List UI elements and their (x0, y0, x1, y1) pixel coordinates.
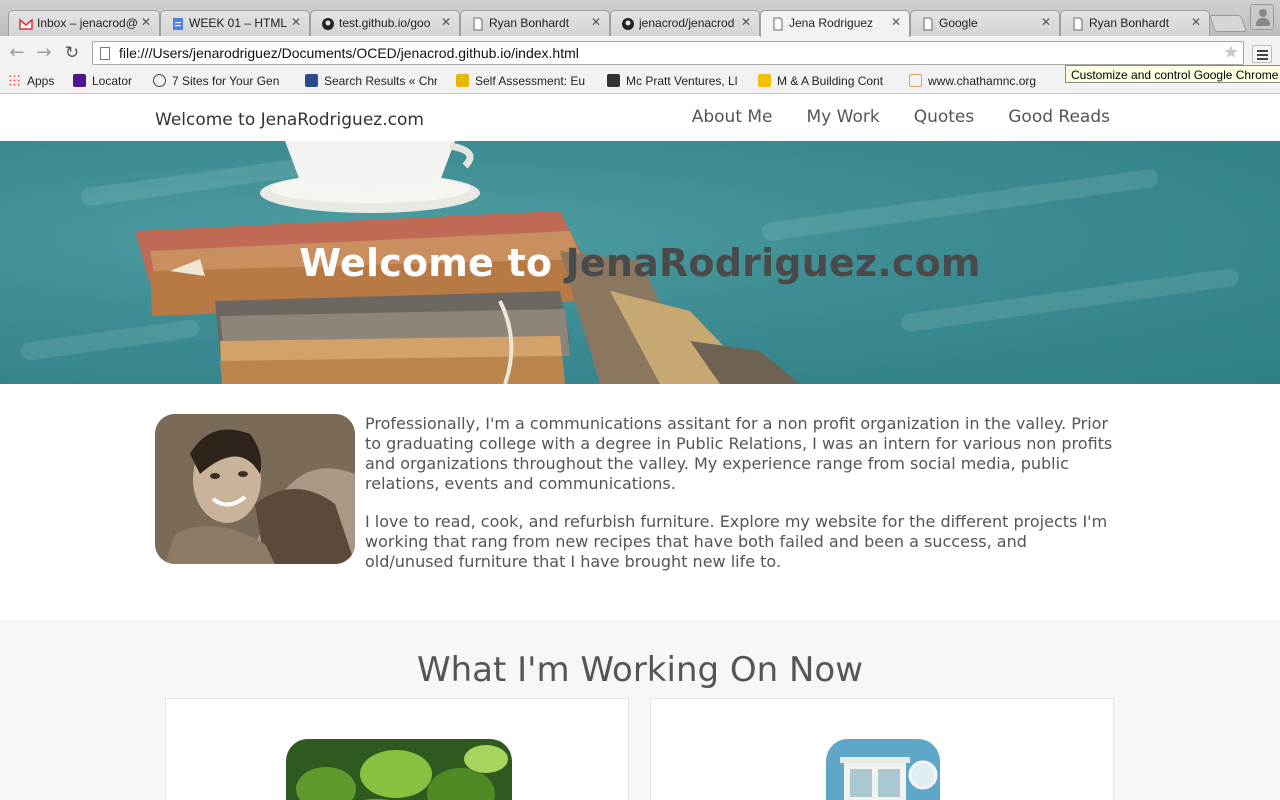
tab-ryan-bonhardt[interactable]: Ryan Bonhardt ✕ (460, 10, 610, 36)
site-nav-links: About Me My Work Quotes Good Reads (692, 107, 1110, 127)
page-icon (473, 17, 483, 31)
hero-title: Welcome to JenaRodriguez.com (0, 241, 1280, 285)
chrome-menu-icon[interactable] (1252, 45, 1272, 63)
close-tab-icon[interactable]: ✕ (1191, 15, 1201, 29)
back-arrow-icon[interactable]: ← (7, 43, 27, 63)
tab-test-github[interactable]: test.github.io/goo ✕ (310, 10, 460, 36)
docs-icon (173, 18, 183, 30)
nav-good-reads[interactable]: Good Reads (1008, 107, 1110, 127)
herbs-image (286, 739, 512, 800)
bookmark-star-icon[interactable]: ★ (1223, 42, 1239, 63)
bookmark-ma-building[interactable]: M & A Building Cont (758, 74, 883, 88)
about-paragraph-1: Professionally, I'm a communications ass… (365, 414, 1113, 493)
portrait-image (155, 414, 355, 564)
bookmark-apps[interactable]: Apps (8, 74, 54, 88)
page-icon (923, 17, 933, 31)
apps-grid-icon (8, 74, 21, 87)
site-icon (607, 74, 620, 87)
bookmark-mc-pratt[interactable]: Mc Pratt Ventures, Ll (607, 74, 737, 88)
about-text: Professionally, I'm a communications ass… (365, 414, 1115, 590)
tab-title: Ryan Bonhardt (489, 16, 570, 30)
tab-ryan-bonhardt-2[interactable]: Ryan Bonhardt ✕ (1060, 10, 1210, 36)
bookmark-search-results[interactable]: Search Results « Chr (305, 74, 437, 88)
project-card-recipes[interactable] (165, 698, 629, 800)
working-on-section: What I'm Working On Now (0, 620, 1280, 800)
profile-icon[interactable] (1250, 4, 1274, 30)
tab-google[interactable]: Google ✕ (910, 10, 1060, 36)
close-tab-icon[interactable]: ✕ (1041, 15, 1051, 29)
hero-title-highlight: JenaRodriguez.com (565, 241, 981, 285)
close-tab-icon[interactable]: ✕ (891, 15, 901, 29)
tab-jena-rodriguez[interactable]: Jena Rodriguez ✕ (760, 10, 910, 37)
site-icon (305, 74, 318, 87)
forward-arrow-icon[interactable]: → (34, 43, 54, 63)
close-tab-icon[interactable]: ✕ (441, 15, 451, 29)
nav-about-me[interactable]: About Me (692, 107, 773, 127)
tab-title: Jena Rodriguez (789, 16, 874, 30)
close-tab-icon[interactable]: ✕ (291, 15, 301, 29)
page-icon (100, 47, 110, 60)
tab-jenacrod-repo[interactable]: jenacrod/jenacrod ✕ (610, 10, 760, 36)
bookmark-7-sites[interactable]: 7 Sites for Your Gen (153, 74, 279, 88)
nav-quotes[interactable]: Quotes (914, 107, 975, 127)
bookmark-chathamnc[interactable]: www.chathamnc.org (909, 74, 1036, 88)
page-icon (773, 17, 783, 31)
section-heading: What I'm Working On Now (416, 650, 864, 690)
hero-title-prefix: Welcome to (299, 241, 566, 285)
profile-photo (155, 414, 355, 564)
cabinet-image (826, 739, 940, 800)
tab-gmail-inbox[interactable]: Inbox – jenacrod@ ✕ (8, 10, 160, 36)
close-tab-icon[interactable]: ✕ (141, 15, 151, 29)
project-card-furniture[interactable] (650, 698, 1114, 800)
tab-title: test.github.io/goo (339, 16, 431, 30)
about-paragraph-2: I love to read, cook, and refurbish furn… (365, 512, 1108, 571)
gmail-icon (19, 18, 33, 30)
tab-title: Google (939, 16, 978, 30)
bookmark-locator[interactable]: Locator (73, 74, 132, 88)
web-page: Welcome to JenaRodriguez.com About Me My… (0, 95, 1280, 800)
fedex-icon (73, 74, 86, 87)
close-tab-icon[interactable]: ✕ (741, 15, 751, 29)
github-icon (622, 18, 634, 30)
tab-title: Ryan Bonhardt (1089, 16, 1170, 30)
nav-my-work[interactable]: My Work (807, 107, 880, 127)
tab-title: Inbox – jenacrod@ (37, 16, 137, 30)
tab-strip: Inbox – jenacrod@ ✕ WEEK 01 – HTML5 ✕ te… (0, 0, 1280, 37)
site-icon (909, 74, 922, 87)
page-icon (1073, 17, 1083, 31)
menu-tooltip: Customize and control Google Chrome (1065, 65, 1280, 83)
github-icon (322, 18, 334, 30)
hero-banner: Welcome to JenaRodriguez.com (0, 141, 1280, 384)
site-icon (758, 74, 771, 87)
bookmark-self-assessment[interactable]: Self Assessment: Eu (456, 74, 585, 88)
tab-title: WEEK 01 – HTML5 (189, 16, 287, 30)
tab-title: jenacrod/jenacrod (639, 16, 735, 30)
url-text[interactable]: file:///Users/jenarodriguez/Documents/OC… (119, 45, 579, 61)
tab-week01[interactable]: WEEK 01 – HTML5 ✕ (160, 10, 310, 36)
new-tab-button[interactable] (1208, 15, 1248, 32)
assessment-icon (456, 74, 469, 87)
wordpress-icon (153, 74, 166, 87)
site-brand[interactable]: Welcome to JenaRodriguez.com (155, 110, 424, 130)
site-navbar: Welcome to JenaRodriguez.com About Me My… (0, 95, 1280, 141)
close-tab-icon[interactable]: ✕ (591, 15, 601, 29)
address-bar[interactable]: file:///Users/jenarodriguez/Documents/OC… (92, 41, 1244, 65)
reload-icon[interactable]: ↻ (62, 43, 82, 63)
